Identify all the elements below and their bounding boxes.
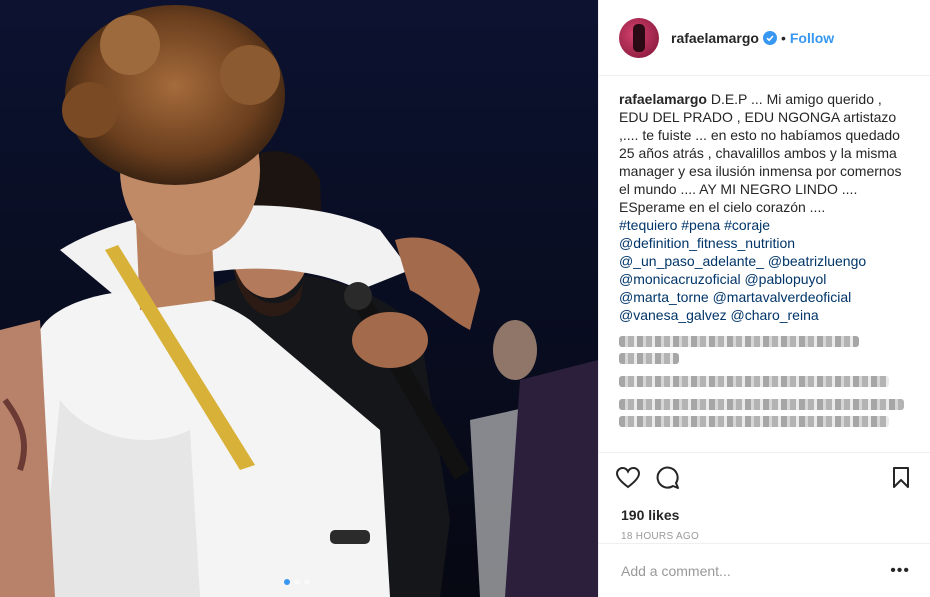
- separator: •: [780, 29, 786, 46]
- more-options-icon[interactable]: •••: [890, 562, 910, 580]
- blurred-comment: [619, 376, 910, 387]
- follow-button[interactable]: Follow: [790, 30, 834, 46]
- post-photo[interactable]: [0, 0, 598, 597]
- post-sidebar: rafaelamargo • Follow rafaelamargo D.E.P…: [598, 0, 930, 597]
- caption-link[interactable]: @vanesa_galvez @charo_reina: [619, 306, 910, 324]
- caption-link[interactable]: @monicacruzoficial @pablopuyol: [619, 270, 910, 288]
- caption-link[interactable]: @_un_paso_adelante_ @beatrizluengo: [619, 252, 910, 270]
- carousel-indicators: [284, 579, 310, 585]
- instagram-post: rafaelamargo • Follow rafaelamargo D.E.P…: [0, 0, 930, 597]
- avatar[interactable]: [619, 17, 659, 58]
- post-header: rafaelamargo • Follow: [599, 0, 930, 76]
- post-timestamp[interactable]: 18 HOURS AGO: [615, 531, 914, 542]
- username-link[interactable]: rafaelamargo: [671, 30, 759, 46]
- comment-input[interactable]: [619, 561, 891, 580]
- photo-illustration: [0, 0, 598, 597]
- action-icons: [615, 463, 914, 493]
- blurred-comment: [619, 399, 910, 427]
- add-comment-bar: •••: [599, 543, 930, 597]
- caption-text: D.E.P ... Mi amigo querido , EDU DEL PRA…: [619, 91, 902, 215]
- caption: rafaelamargo D.E.P ... Mi amigo querido …: [619, 90, 910, 324]
- caption-link[interactable]: @definition_fitness_nutrition: [619, 234, 910, 252]
- comment-icon[interactable]: [655, 465, 681, 491]
- heart-icon[interactable]: [615, 465, 641, 491]
- carousel-dot[interactable]: [304, 579, 310, 585]
- comments-section: rafaelamargo D.E.P ... Mi amigo querido …: [599, 76, 930, 430]
- likes-count[interactable]: 190 likes: [615, 507, 914, 523]
- caption-username[interactable]: rafaelamargo: [619, 91, 707, 107]
- carousel-dot-active[interactable]: [284, 579, 290, 585]
- verified-badge-icon: [762, 30, 777, 45]
- caption-link[interactable]: @marta_torne @martavalverdeoficial: [619, 288, 910, 306]
- bookmark-icon[interactable]: [888, 465, 914, 491]
- caption-link[interactable]: #tequiero #pena #coraje: [619, 216, 910, 234]
- carousel-dot[interactable]: [294, 579, 300, 585]
- blurred-comment: [619, 336, 910, 364]
